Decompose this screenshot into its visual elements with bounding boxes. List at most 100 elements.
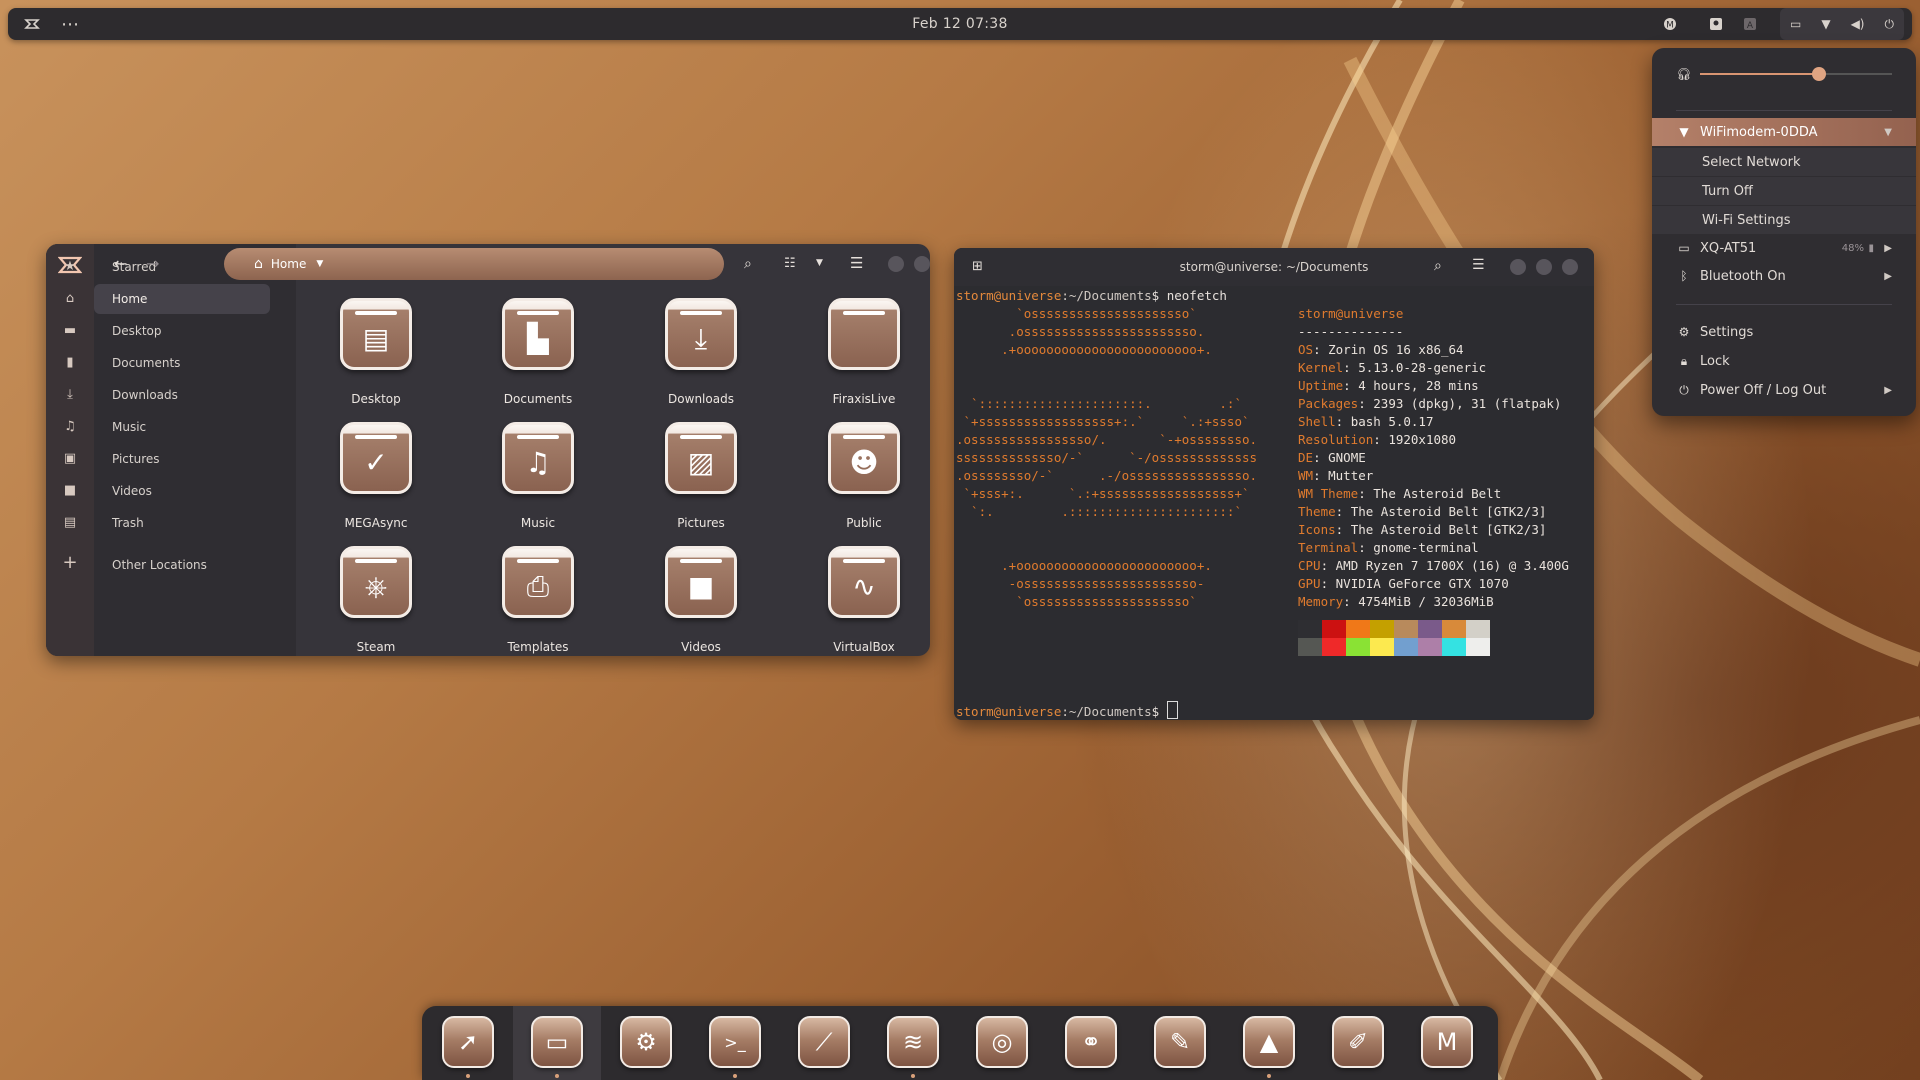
sidebar-item-downloads[interactable]: Downloads: [94, 380, 270, 410]
forward-icon[interactable]: →: [146, 254, 159, 273]
neofetch-info-line: CPU: AMD Ryzen 7 1700X (16) @ 3.400G: [1298, 558, 1569, 573]
color-swatch: [1418, 620, 1442, 638]
wifi-icon: ▼: [1679, 125, 1689, 139]
path-dropdown-icon[interactable]: ▼: [316, 259, 323, 269]
cursor: [1166, 701, 1178, 719]
folder-label: Music: [520, 516, 556, 530]
terminal-maximize-button[interactable]: [1536, 259, 1552, 275]
steam-folder-icon: ⎈: [340, 546, 412, 618]
folder-item[interactable]: ♫ Music: [468, 422, 608, 542]
minimize-button[interactable]: [888, 256, 904, 272]
ascii-art-line: `+sss+:. `.:+ssssssssssssssssss+`: [956, 486, 1250, 501]
sidebar-item-trash[interactable]: Trash: [94, 508, 270, 538]
terminal-icon[interactable]: >_: [709, 1016, 761, 1068]
volume-slider[interactable]: [1700, 67, 1892, 81]
color-swatch: [1442, 638, 1466, 656]
web-browser-icon[interactable]: ➚: [442, 1016, 494, 1068]
neofetch-info-line: Shell: bash 5.0.17: [1298, 414, 1434, 429]
top-bar: ⋯ Feb 12 07:38 M A ▭ ▼ ◀) ⏻: [8, 8, 1912, 40]
color-swatch: [1298, 620, 1322, 638]
view-list-icon[interactable]: ☷: [784, 256, 796, 271]
sidebar-item-desktop[interactable]: Desktop: [94, 316, 270, 346]
keyboard-tray-icon[interactable]: A: [1736, 8, 1764, 40]
megasync-folder-icon: ✓: [340, 422, 412, 494]
terminal-close-button[interactable]: [1562, 259, 1578, 275]
path-bar[interactable]: ⌂ Home ▼: [224, 248, 724, 280]
sidebar-item-music[interactable]: Music: [94, 412, 270, 442]
folder-item[interactable]: ▤ Desktop: [306, 298, 446, 418]
maximize-button[interactable]: [914, 256, 930, 272]
spotify-icon[interactable]: ≋: [887, 1016, 939, 1068]
neofetch-info-line: Packages: 2393 (dpkg), 31 (flatpak): [1298, 396, 1562, 411]
inkscape-icon[interactable]: ▲: [1243, 1016, 1295, 1068]
folder-item[interactable]: ⤓ Downloads: [631, 298, 771, 418]
sidebar-item-other-locations[interactable]: Other Locations: [94, 550, 270, 580]
folder-label: Templates: [507, 640, 569, 654]
view-options-icon[interactable]: ▼: [816, 258, 823, 268]
header-bar: ← → ⌂ Home ▼ ⌕ ☷ ▼ ☰: [94, 244, 930, 292]
folder-item[interactable]: FiraxisLive: [794, 298, 930, 418]
public-folder-icon: ☻: [828, 422, 900, 494]
folder-item[interactable]: ∿ VirtualBox: [794, 546, 930, 656]
neofetch-info-line: Memory: 4754MiB / 32036MiB: [1298, 594, 1494, 609]
folder-item[interactable]: ⎈ Steam: [306, 546, 446, 656]
folder-label: Steam: [356, 640, 396, 654]
terminal-output[interactable]: storm@universe:~/Documents$ neofetch `os…: [954, 286, 1594, 720]
ascii-art-line: .ossssssso/-` .-/ossssssssssssssso.: [956, 468, 1258, 483]
settings-button[interactable]: ⚙ Settings: [1652, 318, 1916, 346]
contacts-tray-icon[interactable]: [1702, 8, 1730, 40]
neofetch-info-line: Terminal: gnome-terminal: [1298, 540, 1479, 555]
bluetooth-row[interactable]: ᛒ Bluetooth On ▶: [1652, 262, 1916, 290]
terminal-search-icon[interactable]: ⌕: [1434, 258, 1442, 274]
folder-item[interactable]: ☻ Public: [794, 422, 930, 542]
speaker-app-icon[interactable]: ◎: [976, 1016, 1028, 1068]
chevron-right-icon: ▶: [1884, 384, 1892, 396]
ascii-art-line: .ossssssssssssssso/. `-+ossssssso.: [956, 432, 1258, 447]
terminal-minimize-button[interactable]: [1510, 259, 1526, 275]
clock[interactable]: Feb 12 07:38: [8, 8, 1912, 40]
ascii-art-line: `osssssssssssssssssssso`: [956, 306, 1197, 321]
sidebar-item-documents[interactable]: Documents: [94, 348, 270, 378]
folder-item[interactable]: ■ Videos: [631, 546, 771, 656]
terminal-menu-icon[interactable]: ☰: [1472, 257, 1485, 273]
volume-slider-handle[interactable]: [1812, 67, 1827, 81]
dock: ➚ ▭ ⚙ >_ ⟋ ≋ ◎ ⚭ ✎ ▲ ✐ M: [422, 1006, 1498, 1080]
desktop-folder-icon: ▤: [340, 298, 412, 370]
wifi-menu-item-wi-fi-settings[interactable]: Wi-Fi Settings: [1652, 206, 1916, 234]
mega-tray-icon[interactable]: M: [1656, 8, 1684, 40]
device-row[interactable]: ▭ XQ-AT51 48% ▮ ▶: [1652, 234, 1916, 262]
folder-item[interactable]: ✓ MEGAsync: [306, 422, 446, 542]
home-icon: ⌂: [65, 291, 75, 306]
lock-button[interactable]: 🔒︎ Lock: [1652, 347, 1916, 375]
mega-icon[interactable]: M: [1421, 1016, 1473, 1068]
sidebar-item-videos[interactable]: Videos: [94, 476, 270, 506]
file-manager-icon[interactable]: ▭: [531, 1016, 583, 1068]
running-indicator: [466, 1074, 470, 1078]
menu-icon[interactable]: ☰: [850, 254, 863, 272]
terminal-header: ⊞ storm@universe: ~/Documents ⌕ ☰: [954, 248, 1594, 286]
system-status-area[interactable]: ▭ ▼ ◀) ⏻: [1780, 8, 1904, 40]
graph-app-icon[interactable]: ⟋: [798, 1016, 850, 1068]
wifi-menu-item-turn-off[interactable]: Turn Off: [1652, 177, 1916, 205]
file-manager-window: ★ Starred ⌂ Home ▬ Desktop ▮ Documents ⤓ Download…: [46, 244, 930, 656]
folder-item[interactable]: ⎙ Templates: [468, 546, 608, 656]
ascii-art-line: -osssssssssssssssssssssso-: [956, 576, 1205, 591]
color-swatch: [1298, 638, 1322, 656]
wifi-row[interactable]: ▼ WiFimodem-0DDA ▼: [1652, 118, 1916, 146]
power-off-log-out-button[interactable]: ⏻ Power Off / Log Out ▶: [1652, 376, 1916, 404]
music-folder-icon: ♫: [502, 422, 574, 494]
wifi-menu-item-select-network[interactable]: Select Network: [1652, 148, 1916, 176]
color-picker-icon[interactable]: ✐: [1332, 1016, 1384, 1068]
steam-icon[interactable]: ⚭: [1065, 1016, 1117, 1068]
folder-item[interactable]: ▙ Documents: [468, 298, 608, 418]
software-icon[interactable]: ⚙: [620, 1016, 672, 1068]
back-icon[interactable]: ←: [114, 254, 127, 273]
folder-item[interactable]: ▨ Pictures: [631, 422, 771, 542]
sidebar-item-pictures[interactable]: Pictures: [94, 444, 270, 474]
chevron-right-icon: ▶: [1884, 270, 1892, 282]
neofetch-info-line: WM: Mutter: [1298, 468, 1374, 483]
paint-brush-icon[interactable]: ✎: [1154, 1016, 1206, 1068]
color-swatch: [1466, 638, 1490, 656]
search-icon[interactable]: ⌕: [744, 256, 752, 272]
color-swatch: [1394, 638, 1418, 656]
